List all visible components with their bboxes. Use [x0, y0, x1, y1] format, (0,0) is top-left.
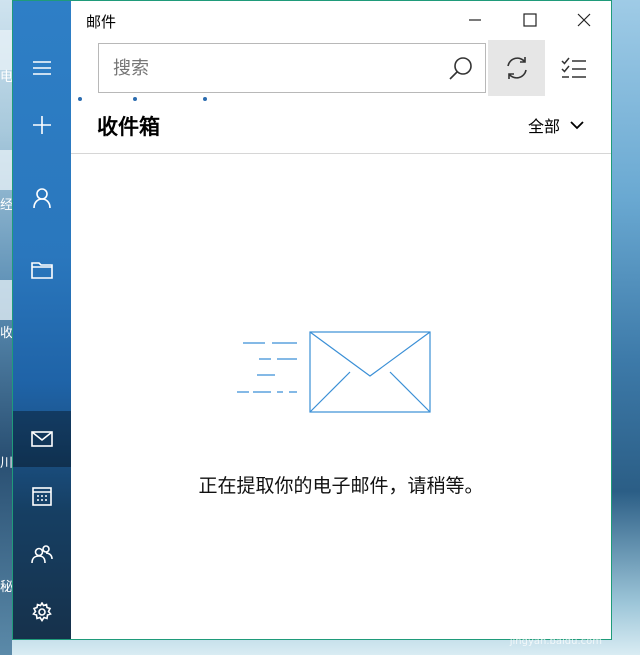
desktop-icon-label: 川	[0, 456, 12, 471]
baidu-watermark: Baidu经验	[482, 607, 604, 632]
accounts-button[interactable]	[13, 170, 71, 226]
checklist-icon	[561, 57, 586, 78]
minimize-icon	[469, 19, 481, 21]
settings-button[interactable]	[13, 584, 71, 640]
folder-title: 收件箱	[97, 115, 160, 139]
selection-mode-button[interactable]	[548, 40, 600, 96]
filter-label: 全部	[528, 117, 561, 136]
baidu-watermark-url: jingyan.baidu.com	[509, 636, 602, 647]
close-button[interactable]	[561, 1, 607, 39]
search-input[interactable]	[111, 44, 435, 93]
desktop-icon[interactable]	[0, 30, 12, 70]
progress-dot	[203, 97, 207, 101]
sync-icon	[506, 57, 527, 79]
search-box	[98, 43, 486, 93]
title-bar: 邮件	[71, 1, 611, 39]
plus-icon	[33, 116, 51, 134]
loading-status-text: 正在提取你的电子邮件，请稍等。	[198, 475, 484, 497]
desktop-icon-label: 秘	[0, 580, 12, 595]
search-button[interactable]	[449, 56, 473, 84]
desktop-icon[interactable]	[0, 280, 12, 320]
desktop-icon-label: 收	[0, 326, 12, 341]
hamburger-menu-button[interactable]	[13, 40, 71, 96]
desktop-icon[interactable]	[0, 150, 12, 190]
maximize-icon	[523, 13, 537, 27]
chevron-down-icon	[570, 120, 584, 129]
search-icon	[449, 57, 472, 80]
desktop-icon-label: 电	[0, 70, 12, 85]
window-title: 邮件	[86, 13, 117, 31]
calendar-nav-button[interactable]	[13, 468, 71, 524]
gear-icon	[32, 602, 52, 622]
people-icon	[31, 545, 53, 564]
new-mail-button[interactable]	[13, 97, 71, 153]
header-divider	[71, 153, 611, 154]
calendar-icon	[32, 487, 52, 506]
mail-window: 邮件 收件箱 全部	[12, 0, 612, 640]
filter-dropdown[interactable]: 全部	[528, 113, 584, 137]
people-nav-button[interactable]	[13, 526, 71, 582]
nav-rail	[13, 1, 71, 639]
folder-icon	[31, 262, 53, 279]
folders-button[interactable]	[13, 242, 71, 298]
mail-nav-button[interactable]	[13, 411, 71, 467]
person-icon	[33, 188, 51, 209]
progress-dot	[133, 97, 137, 101]
mail-icon	[31, 431, 53, 447]
progress-dot	[78, 97, 82, 101]
desktop-icon-label: 经	[0, 198, 12, 213]
envelope-illustration	[237, 331, 431, 413]
minimize-button[interactable]	[452, 1, 498, 39]
sync-button[interactable]	[488, 40, 545, 96]
close-icon	[577, 13, 591, 27]
hamburger-menu-icon	[33, 61, 51, 75]
maximize-button[interactable]	[507, 1, 553, 39]
